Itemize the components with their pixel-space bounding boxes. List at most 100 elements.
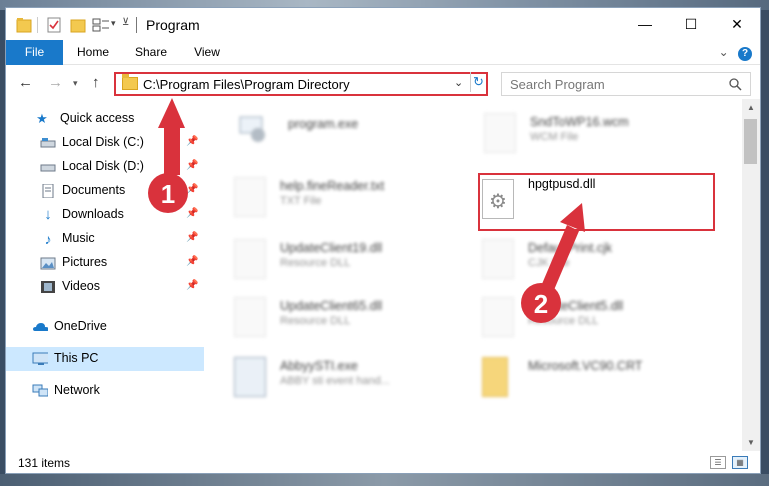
videos-icon: [41, 281, 55, 293]
file-type: CJK File: [528, 257, 570, 269]
pin-icon[interactable]: 📌: [186, 208, 198, 219]
sidebar-item-onedrive[interactable]: OneDrive: [6, 315, 204, 339]
tab-home[interactable]: Home: [68, 40, 118, 65]
downloads-icon: ↓: [44, 206, 52, 223]
sidebar-item-quick-access[interactable]: ★ Quick access: [6, 107, 204, 131]
file-icon: [484, 113, 516, 153]
list-item[interactable]: Microsoft.VC90.CRT: [482, 355, 732, 407]
ribbon-controls: ⌄ ?: [719, 45, 752, 61]
customize-view-icon[interactable]: [92, 16, 110, 34]
sidebar-item-this-pc[interactable]: This PC: [6, 347, 204, 371]
title-separator: [136, 17, 137, 33]
file-list: program.exe SndToWP16.wcm WCM File help.…: [204, 99, 744, 451]
tab-view[interactable]: View: [182, 40, 232, 65]
recent-locations-icon[interactable]: ▾: [73, 78, 78, 89]
forward-arrow-icon[interactable]: →: [48, 74, 63, 91]
list-item[interactable]: help.fineReader.txt TXT File: [234, 175, 454, 227]
list-item[interactable]: DefaultPrint.cjk CJK File: [482, 237, 732, 289]
file-name: SndToWP16.wcm: [530, 115, 629, 129]
expand-ribbon-icon[interactable]: ⌄: [719, 45, 729, 59]
title-bar: ▾ ⊻ Program — ☐ ✕: [6, 8, 760, 40]
sidebar-item-local-disk-c[interactable]: Local Disk (C:) 📌: [6, 131, 204, 155]
drive-icon: [40, 164, 56, 172]
file-icon: [482, 239, 514, 279]
refresh-icon[interactable]: ↻: [470, 72, 486, 92]
file-type: ABBY sti event hand...: [280, 375, 390, 387]
scroll-down-icon[interactable]: ▼: [742, 434, 760, 451]
file-name: UpdateClient19.dll: [280, 241, 383, 255]
text-file-icon: [234, 177, 266, 217]
dll-file-icon: [234, 297, 266, 337]
address-bar[interactable]: C:\Program Files\Program Directory ⌄ ↻: [114, 72, 488, 96]
pictures-icon: [40, 257, 56, 270]
music-icon: ♪: [44, 231, 52, 247]
folder-icon: [16, 18, 32, 33]
quick-access-dropdown-icon[interactable]: ▾: [111, 18, 116, 29]
window-title: Program: [146, 17, 200, 33]
file-type: TXT File: [280, 195, 322, 207]
drive-icon: [40, 138, 56, 148]
sidebar-item-label: Network: [54, 383, 100, 397]
sidebar-item-local-disk-d[interactable]: Local Disk (D:) 📌: [6, 155, 204, 179]
file-type: Resource DLL: [280, 257, 351, 269]
address-path[interactable]: C:\Program Files\Program Directory: [143, 77, 350, 92]
close-button[interactable]: ✕: [714, 8, 760, 40]
file-name: help.fineReader.txt: [280, 179, 385, 193]
list-item[interactable]: UpdateClient5.dll Resource DLL: [482, 295, 732, 347]
file-type: Resource DLL: [280, 315, 351, 327]
file-name: UpdateClient5.dll: [528, 299, 624, 313]
sidebar-item-documents[interactable]: Documents 📌: [6, 179, 204, 203]
list-item[interactable]: SndToWP16.wcm WCM File: [484, 111, 734, 163]
list-item[interactable]: UpdateClient19.dll Resource DLL: [234, 237, 454, 289]
address-folder-icon: [122, 74, 138, 90]
back-arrow-icon[interactable]: ←: [18, 74, 33, 91]
minimize-button[interactable]: —: [622, 8, 668, 40]
pin-icon[interactable]: 📌: [186, 280, 198, 291]
sidebar-item-label: Pictures: [62, 255, 108, 269]
pin-icon[interactable]: 📌: [186, 256, 198, 267]
onedrive-icon: [33, 323, 48, 331]
tab-share[interactable]: Share: [126, 40, 176, 65]
large-icons-view-icon[interactable]: ▦: [732, 456, 748, 469]
sidebar-item-pictures[interactable]: Pictures 📌: [6, 251, 204, 275]
pin-icon[interactable]: 📌: [186, 232, 198, 243]
pin-icon[interactable]: 📌: [186, 184, 198, 195]
new-folder-icon[interactable]: [70, 16, 86, 34]
list-item[interactable]: program.exe: [238, 111, 438, 163]
details-view-icon[interactable]: ☰: [710, 456, 726, 469]
sidebar-item-music[interactable]: ♪ Music 📌: [6, 227, 204, 251]
status-bar: 131 items ☰ ▦: [6, 451, 760, 473]
tab-file[interactable]: File: [6, 40, 63, 65]
navigation-pane: ★ Quick access Local Disk (C:) 📌 Local D…: [6, 99, 204, 451]
desktop-background-bottom: [0, 474, 769, 486]
help-icon[interactable]: ?: [738, 47, 752, 61]
quick-access-toolbar-icon[interactable]: ⊻: [122, 17, 129, 28]
exe-file-icon: [234, 357, 266, 397]
maximize-button[interactable]: ☐: [668, 8, 714, 40]
search-icon[interactable]: [729, 78, 742, 91]
sidebar-item-videos[interactable]: Videos 📌: [6, 275, 204, 299]
scroll-up-icon[interactable]: ▲: [742, 99, 760, 116]
sidebar-item-label: This PC: [54, 351, 99, 365]
highlight-box: [478, 173, 715, 231]
sidebar-item-label: Local Disk (D:): [62, 159, 144, 173]
file-name: DefaultPrint.cjk: [528, 241, 613, 255]
scroll-thumb[interactable]: [744, 119, 757, 164]
file-name: AbbyySTI.exe: [280, 359, 358, 373]
search-input[interactable]: Search Program: [501, 72, 751, 96]
sidebar-item-label: Music: [62, 231, 95, 245]
pin-icon[interactable]: 📌: [186, 136, 198, 147]
sidebar-item-label: Videos: [62, 279, 100, 293]
address-dropdown-icon[interactable]: ⌄: [454, 76, 463, 89]
properties-icon[interactable]: [46, 16, 62, 34]
sidebar-item-network[interactable]: Network: [6, 379, 204, 403]
file-name: program.exe: [288, 117, 359, 131]
folder-icon: [482, 357, 508, 397]
list-item[interactable]: AbbyySTI.exe ABBY sti event hand...: [234, 355, 454, 407]
vertical-scrollbar[interactable]: ▲ ▼: [742, 99, 760, 451]
dll-file-icon: [482, 297, 514, 337]
sidebar-item-downloads[interactable]: ↓ Downloads 📌: [6, 203, 204, 227]
pin-icon[interactable]: 📌: [186, 160, 198, 171]
list-item[interactable]: UpdateClient65.dll Resource DLL: [234, 295, 454, 347]
up-arrow-icon[interactable]: ↑: [92, 74, 100, 91]
